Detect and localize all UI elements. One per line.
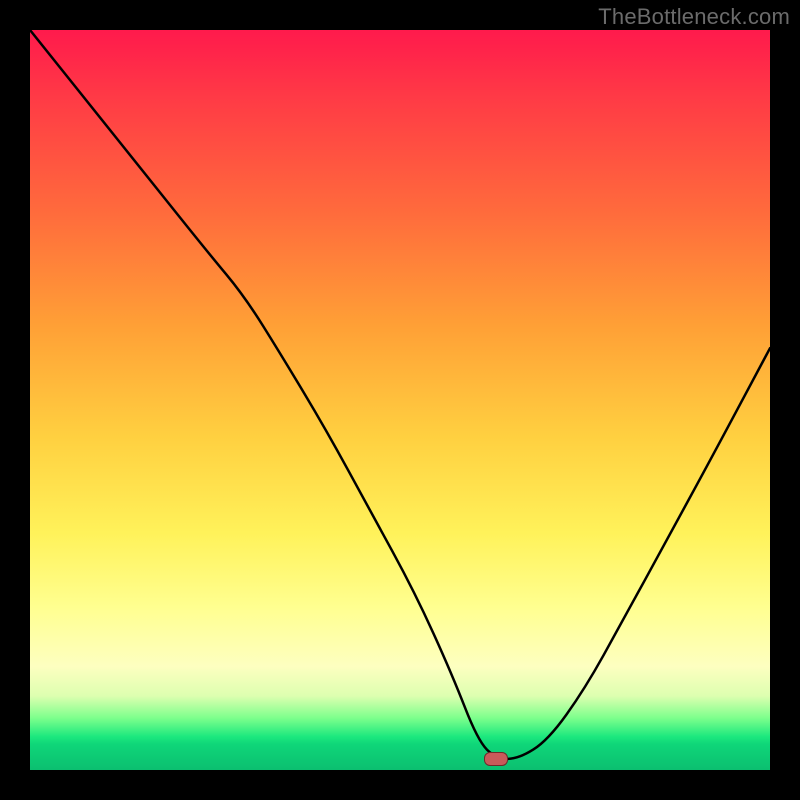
chart-frame: TheBottleneck.com: [0, 0, 800, 800]
plot-area: [30, 30, 770, 770]
optimal-marker: [484, 752, 508, 766]
bottleneck-curve: [30, 30, 770, 770]
watermark-text: TheBottleneck.com: [598, 4, 790, 30]
